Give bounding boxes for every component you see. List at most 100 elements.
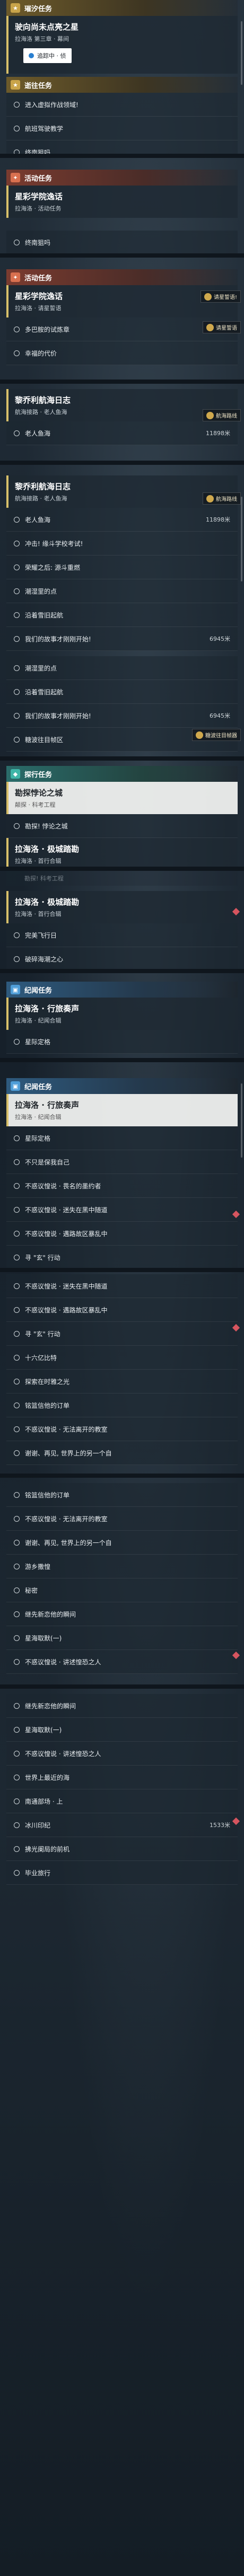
quest-subtitle: 拉海洛 · 纪闻合辑 <box>15 1114 62 1121</box>
map-tip: 航海路线 <box>203 492 241 505</box>
task-item[interactable]: 星海取默(一) <box>6 1718 238 1742</box>
task-item[interactable]: 冰川印纪 1533米 <box>6 1813 238 1837</box>
quest-card[interactable]: 驶向尚未点亮之星 拉海洛 第三章 · 幕间 追踪中 · 侦 <box>6 16 238 74</box>
section-header[interactable]: ✦ 活动任务 <box>6 269 238 285</box>
quest-strip-3: ✦ 活动任务 星彩学院逸话 拉海洛 · 请星誓语 多巴胺的试炼章 幸福的代价 请星… <box>0 258 244 380</box>
distance-label: 1533米 <box>210 1822 230 1829</box>
task-item[interactable]: 潮湿里的点 <box>6 579 238 603</box>
section-header[interactable]: ◆ 探行任务 <box>6 766 238 782</box>
task-item[interactable]: 终南狙吗 <box>6 140 238 154</box>
divider <box>0 867 244 871</box>
status-circle-icon <box>14 1822 20 1828</box>
quest-card[interactable]: 拉海洛 · 行旅奏声 拉海洛 · 纪闻合辑 <box>6 1094 238 1126</box>
task-item[interactable]: 秘密 <box>6 1578 238 1602</box>
task-item[interactable]: 继先新恋他的瞬间 <box>6 1694 238 1718</box>
task-item[interactable]: 荣耀之后: 源斗重燃 <box>6 555 238 579</box>
task-item[interactable]: 沿着雪旧起航 <box>6 680 238 704</box>
task-item[interactable]: 毕业旅行 <box>6 1861 238 1885</box>
section-header[interactable]: ✦ 活动任务 <box>6 170 238 186</box>
task-item[interactable]: 不惑议惶说 · 讲述惶恐之人 <box>6 1742 238 1766</box>
status-circle-icon <box>14 1307 20 1313</box>
task-item[interactable]: 游乡撒惶 <box>6 1555 238 1578</box>
task-item[interactable]: 铭篮信他的订单 <box>6 1393 238 1417</box>
status-circle-icon <box>14 101 20 108</box>
task-item[interactable]: 破碎海潮之心 <box>6 947 238 969</box>
task-item[interactable]: 不惑议惶说 · 无法离开的教室 <box>6 1417 238 1441</box>
task-item[interactable]: 沿着雪旧起航 <box>6 603 238 627</box>
quest-subtitle: 拉海洛 · 请星誓语 <box>15 305 62 312</box>
status-circle-icon <box>14 1563 20 1569</box>
quest-subtitle: 拉海洛 · 首行合辑 <box>15 858 62 864</box>
quest-type-icon: ★ <box>11 80 20 90</box>
distance-label: 11898米 <box>206 430 230 437</box>
task-item[interactable]: 南通部场 · 上 <box>6 1789 238 1813</box>
task-item[interactable]: 不惑议惶说 · 迷失在黑中随道 <box>6 1198 238 1222</box>
quest-card[interactable]: 拉海洛 · 行旅奏声 拉海洛 · 纪闻合辑 <box>6 998 238 1030</box>
section-header[interactable]: ★ 逝往任务 <box>6 77 238 93</box>
quest-card[interactable]: 星彩学院逸话 拉海洛 · 活动任务 <box>6 186 238 218</box>
status-circle-icon <box>14 1378 20 1384</box>
scrollbar[interactable] <box>241 497 242 581</box>
task-item[interactable]: 继先新恋他的瞬间 <box>6 1602 238 1626</box>
task-item[interactable]: 我们的故事才刚刚开始! 6945米 <box>6 704 238 728</box>
scrollbar[interactable] <box>241 21 242 85</box>
task-item[interactable]: 探索在时雅之光 <box>6 1370 238 1393</box>
task-item[interactable]: 谢谢、再见, 世界上的另一个自 <box>6 1441 238 1465</box>
task-item[interactable]: 谢谢、再见, 世界上的另一个自 <box>6 1531 238 1555</box>
task-item[interactable]: 不惑议惶说 · 遇路故区暴乱中 <box>6 1298 238 1322</box>
status-circle-icon <box>14 540 20 546</box>
task-item[interactable]: 十六亿比特 <box>6 1346 238 1370</box>
task-item[interactable]: 我们的故事才刚刚开始! 6945米 <box>6 627 238 651</box>
task-item[interactable]: 潮湿里的点 <box>6 656 238 680</box>
task-item[interactable]: 不惑议惶说 · 迷失在黑中随道 <box>6 1274 238 1298</box>
task-item[interactable]: 寻 "玄" 行动 <box>6 1322 238 1346</box>
quest-strip-12: 继先新恋他的瞬间 星海取默(一) 不惑议惶说 · 讲述惶恐之人 世界上最近的海 … <box>0 1689 244 1895</box>
map-tip: 请星誓语 <box>203 321 241 333</box>
chronicle-icon: ▣ <box>11 1081 20 1091</box>
section-header[interactable]: ★ 璀汐任务 <box>6 0 238 16</box>
task-item[interactable]: 老人鱼海 11898米 <box>6 421 238 445</box>
task-item[interactable]: 航班驾驶教学 <box>6 117 238 140</box>
task-item[interactable]: 铭篮信他的订单 <box>6 1483 238 1507</box>
task-item[interactable]: 世界上最近的海 <box>6 1766 238 1789</box>
quest-title: 拉海洛 · 行旅奏声 <box>15 1100 80 1110</box>
task-item[interactable]: 老人鱼海 11898米 <box>6 508 238 532</box>
section-header[interactable]: ▣ 纪闻任务 <box>6 982 238 998</box>
status-circle-icon <box>14 712 20 719</box>
status-circle-icon <box>14 1846 20 1852</box>
task-item[interactable]: 不惑议惶说 · 无法离开的教室 <box>6 1507 238 1531</box>
task-item[interactable]: 星海取默(一) <box>6 1626 238 1650</box>
task-item[interactable]: 星际定格 <box>6 1126 238 1150</box>
task-item[interactable]: 不惑议惶说 · 遇路故区暴乱中 <box>6 1222 238 1246</box>
task-item[interactable]: 完美飞行日 <box>6 923 238 947</box>
task-item[interactable]: 勘探! 悖论之城 <box>6 814 238 838</box>
task-item[interactable]: 幸福的代价 <box>6 341 238 365</box>
task-item[interactable]: 不只是保我自己 <box>6 1150 238 1174</box>
status-circle-icon <box>14 1492 20 1498</box>
quest-title: 拉海洛 · 行旅奏声 <box>15 1004 80 1013</box>
quest-strip-10: 不惑议惶说 · 迷失在黑中随道 不惑议惶说 · 遇路故区暴乱中 寻 "玄" 行动… <box>0 1272 244 1474</box>
quest-subtitle: 拉海洛 · 首行合辑 <box>15 911 62 918</box>
quest-card[interactable]: 勘探悖论之城 颠探 · 科考工程 <box>6 782 238 814</box>
task-item[interactable]: 星际定格 <box>6 1030 238 1054</box>
event-icon: ✦ <box>11 173 20 182</box>
quest-card[interactable]: 拉海洛 · 极城踏勘 拉海洛 · 首行合辑 <box>6 891 238 923</box>
scrollbar[interactable] <box>241 1083 242 1158</box>
status-circle-icon <box>14 1354 20 1361</box>
task-item[interactable]: 拂光阑局的前机 <box>6 1837 238 1861</box>
task-item[interactable]: 冲击! 缘斗学校考试! <box>6 532 238 555</box>
task-item[interactable]: 寻 "玄" 行动 <box>6 1246 238 1268</box>
task-item[interactable]: 不惑议惶说 · 畏名的墨约者 <box>6 1174 238 1198</box>
task-item[interactable]: 进入虚拟作战领域! <box>6 93 238 117</box>
status-circle-icon <box>14 932 20 938</box>
section-header[interactable]: ▣ 纪闻任务 <box>6 1078 238 1094</box>
status-circle-icon <box>14 1330 20 1337</box>
status-circle-icon <box>14 665 20 671</box>
task-item[interactable]: 终南狙吗 <box>6 231 238 253</box>
track-button[interactable]: 追踪中 · 侦 <box>23 48 72 63</box>
distance-label: 6945米 <box>210 636 230 642</box>
task-item[interactable]: 不惑议惶说 · 讲述惶恐之人 <box>6 1650 238 1674</box>
quest-card[interactable]: 拉海洛 · 极城踏勘 拉海洛 · 首行合辑 <box>6 838 238 867</box>
quest-subtitle: 航海接路 · 老人鱼海 <box>15 409 67 416</box>
status-circle-icon <box>14 1726 20 1733</box>
